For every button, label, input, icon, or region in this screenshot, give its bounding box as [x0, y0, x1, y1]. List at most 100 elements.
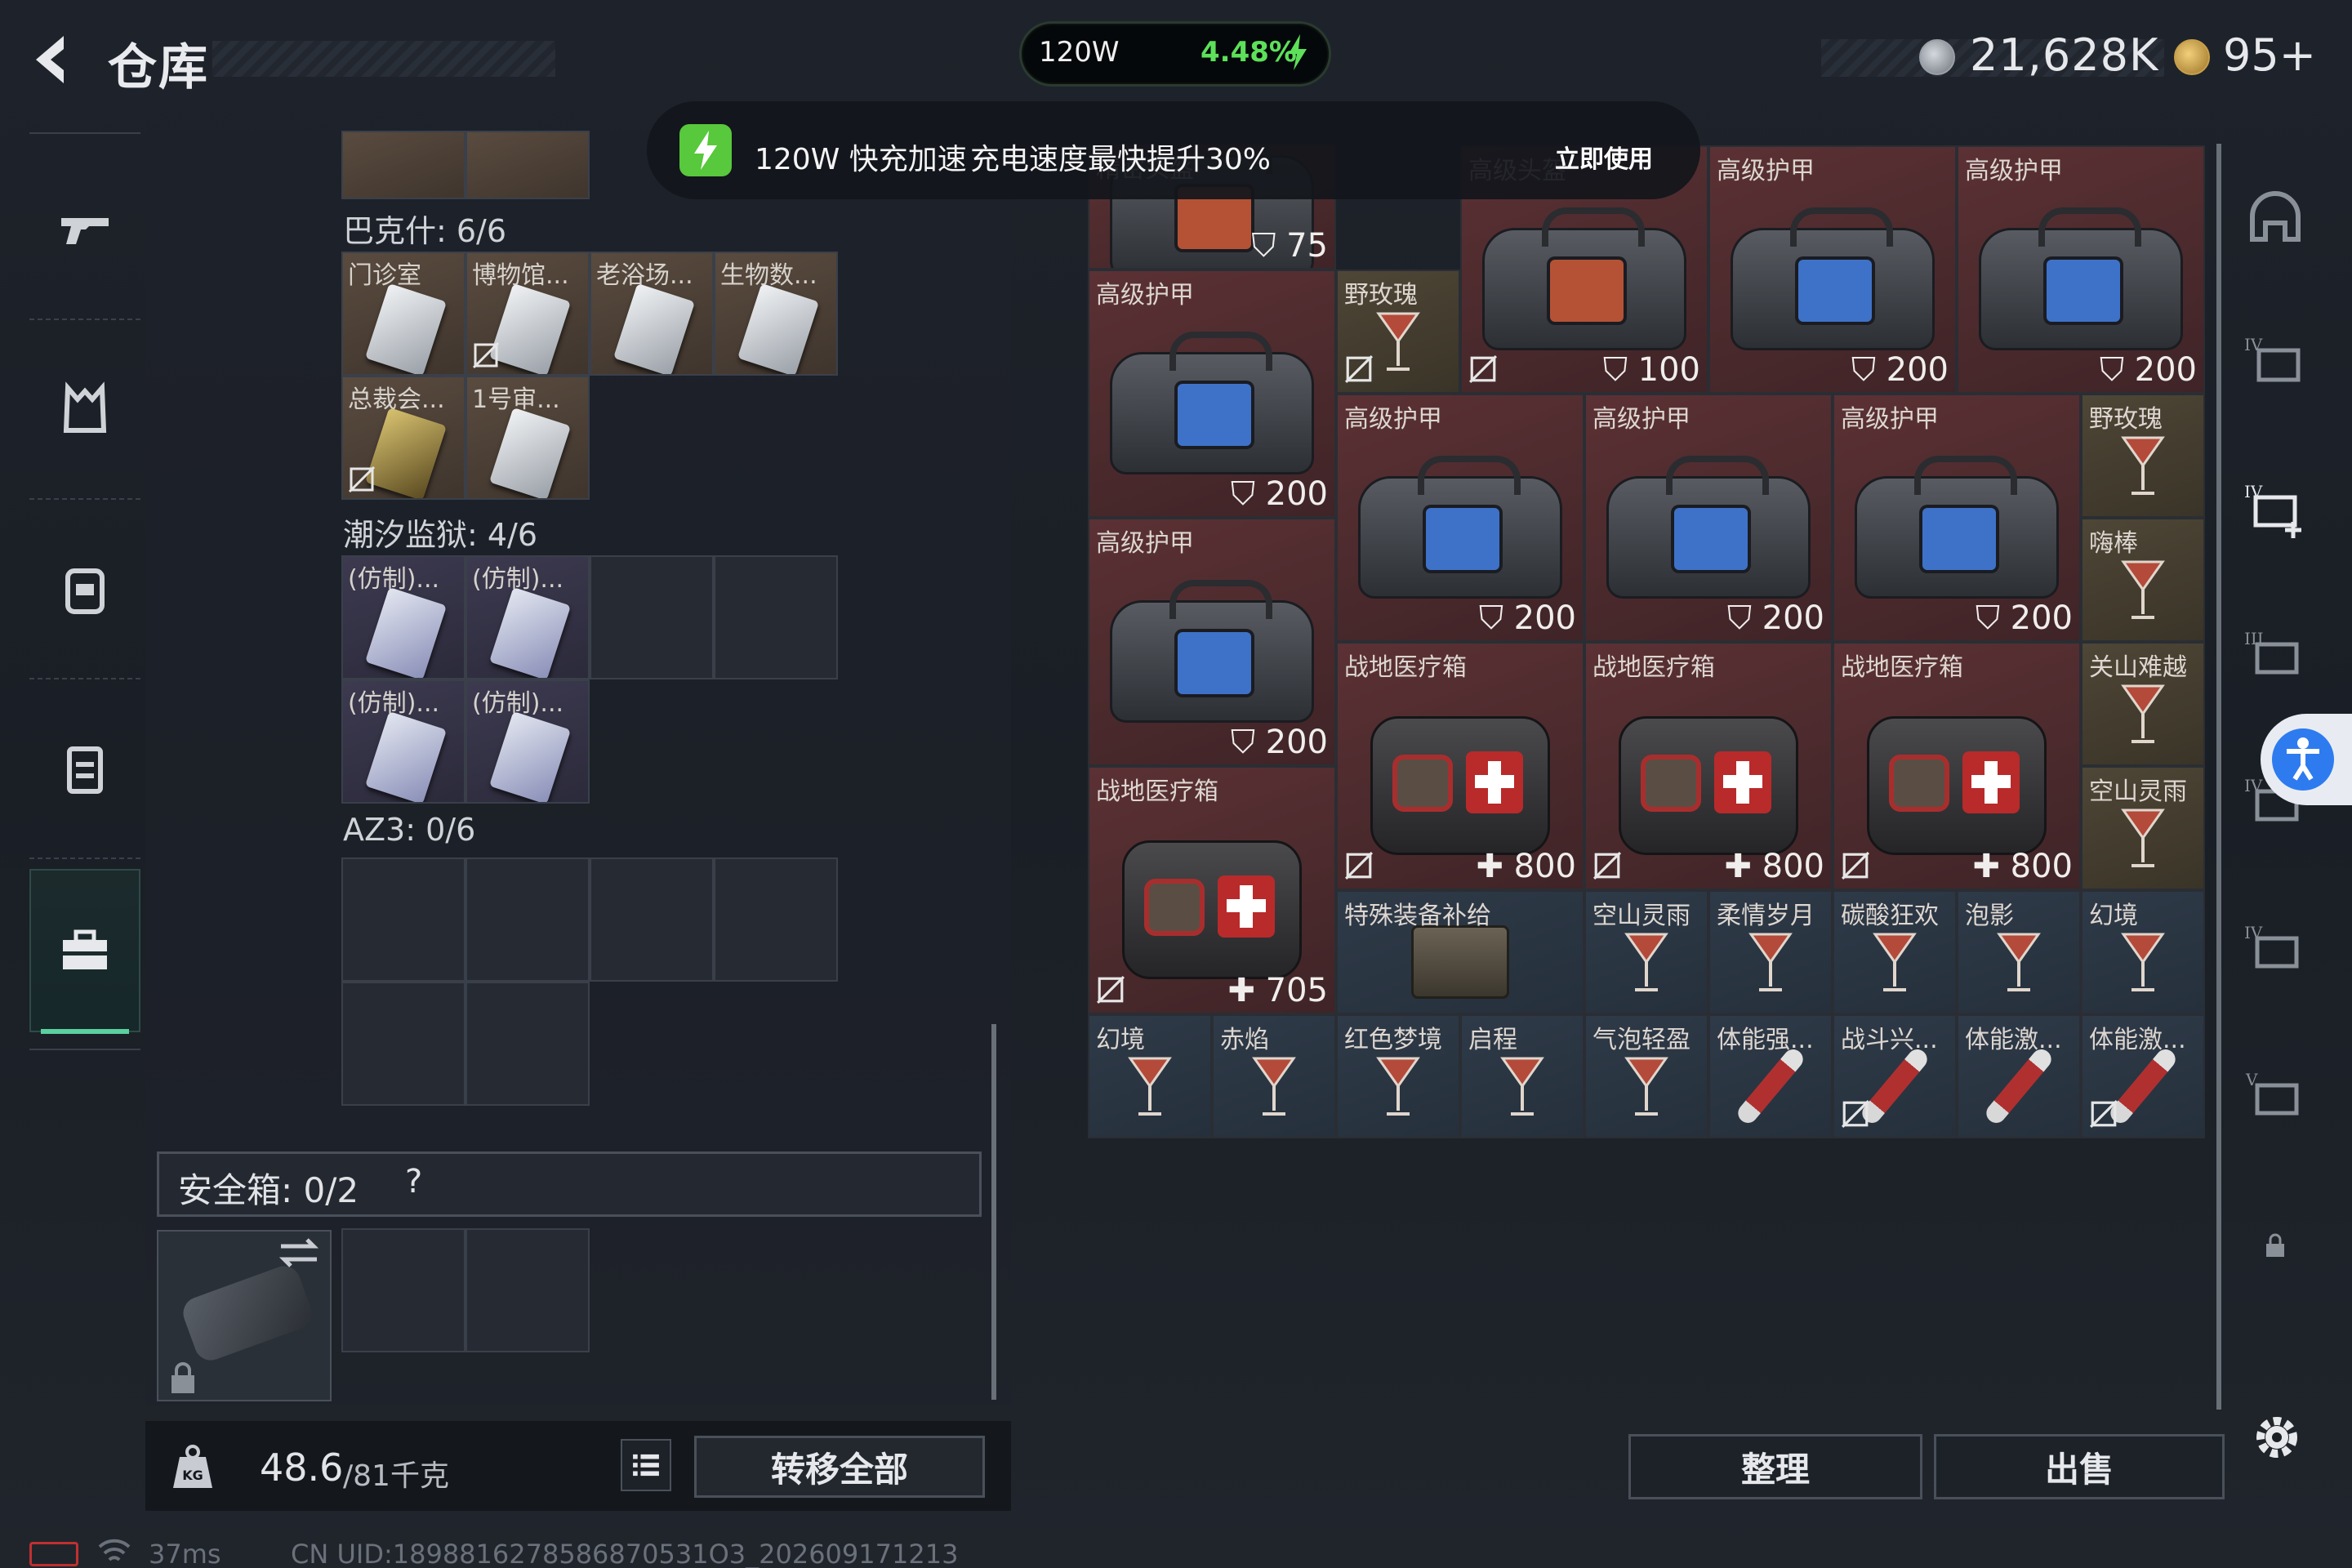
warehouse-item[interactable]: 战地医疗箱 ✚ 800	[1584, 642, 1833, 890]
nav-warehouse[interactable]	[29, 869, 140, 1032]
warehouse-item[interactable]: 体能激...	[1957, 1014, 2081, 1138]
warehouse-item[interactable]: 高级护甲 ⛉ 200	[1088, 270, 1336, 518]
nav-container[interactable]	[29, 686, 140, 849]
warehouse-item[interactable]: 战地医疗箱 ✚ 705	[1088, 766, 1336, 1014]
warehouse-item[interactable]: 体能强...	[1708, 1014, 1833, 1138]
drink-image	[1994, 929, 2043, 995]
warehouse-item[interactable]: 战地医疗箱 ✚ 800	[1833, 642, 2081, 890]
nav-divider	[29, 318, 140, 320]
uid-text: CN UID:1898816278586870531O3_20260917121…	[291, 1539, 959, 1568]
swap-icon[interactable]	[278, 1236, 320, 1269]
unbound-icon	[1841, 851, 1870, 880]
armor-value: ⛉ 200	[1726, 599, 1824, 637]
keycard-slot[interactable]: (仿制)...	[466, 555, 590, 679]
warehouse-item[interactable]: 高级护甲 ⛉ 200	[1584, 394, 1833, 642]
keycard-slot[interactable]: 博物馆...	[466, 252, 590, 376]
warehouse-item[interactable]: 体能激...	[2081, 1014, 2205, 1138]
armor-value: ⛉ 200	[1975, 599, 2073, 637]
warehouse-item[interactable]: 高级护甲 ⛉ 200	[1336, 394, 1584, 642]
warehouse-item[interactable]: 高级护甲 ⛉ 200	[1957, 145, 2205, 394]
rnav-armor[interactable]: IV	[2234, 325, 2316, 399]
empty-slot[interactable]	[466, 1228, 590, 1352]
toast-use-now-button[interactable]: 立即使用	[1555, 139, 1653, 175]
unbound-icon	[2089, 1099, 2118, 1129]
warehouse-item[interactable]: 嗨棒	[2081, 518, 2205, 642]
keycard-slot[interactable]: (仿制)...	[341, 555, 466, 679]
help-button[interactable]: ?	[405, 1163, 422, 1200]
keycard-icon	[488, 710, 572, 802]
gear-bag-image	[1110, 332, 1314, 474]
helmet-icon	[2250, 191, 2301, 242]
transfer-all-button[interactable]: 转移全部	[694, 1436, 985, 1498]
nav-divider	[29, 858, 140, 859]
empty-slot[interactable]	[590, 555, 714, 679]
keycard-slot[interactable]: 1号审...	[466, 376, 590, 500]
inventory-slot[interactable]	[341, 131, 466, 199]
warehouse-item[interactable]: 幻境	[2081, 890, 2205, 1014]
warehouse-item[interactable]: 幻境	[1088, 1014, 1212, 1138]
item-name: 高级护甲	[1344, 405, 1442, 434]
gear-icon[interactable]	[2249, 1410, 2305, 1465]
empty-slot[interactable]	[466, 858, 590, 982]
left-scrollbar[interactable]	[991, 1024, 996, 1400]
warehouse-item[interactable]: 特殊装备补给	[1336, 890, 1584, 1014]
empty-slot[interactable]	[341, 1228, 466, 1352]
durability-value: ✚ 705	[1227, 972, 1328, 1009]
keycard-slot[interactable]: (仿制)...	[341, 679, 466, 804]
warehouse-item[interactable]: 高级护甲 ⛉ 200	[1833, 394, 2081, 642]
warehouse-item[interactable]: 碳酸狂欢	[1833, 890, 1957, 1014]
warehouse-item[interactable]: 气泡轻盈	[1584, 1014, 1708, 1138]
safebox-grid	[341, 1228, 590, 1352]
warehouse-item[interactable]: 关山难越	[2081, 642, 2205, 766]
warehouse-item[interactable]: 高级护甲 ⛉ 200	[1708, 145, 1957, 394]
keycard-icon	[488, 407, 572, 498]
empty-slot[interactable]	[466, 982, 590, 1106]
charge-app-icon	[679, 124, 732, 176]
sell-button[interactable]: 出售	[1934, 1434, 2225, 1499]
warehouse-item[interactable]: 战地医疗箱 ✚ 800	[1336, 642, 1584, 890]
warehouse-item[interactable]: 空山灵雨	[1584, 890, 1708, 1014]
warehouse-item[interactable]: 红色梦境	[1336, 1014, 1460, 1138]
item-name: 体能强...	[1717, 1026, 1814, 1054]
rnav-slot-3[interactable]: III	[2234, 619, 2316, 693]
rnav-helmet[interactable]	[2234, 183, 2316, 256]
warehouse-item[interactable]: 泡影	[1957, 890, 2081, 1014]
warehouse-item[interactable]: 启程	[1460, 1014, 1584, 1138]
warehouse-item[interactable]: 柔情岁月	[1708, 890, 1833, 1014]
empty-slot[interactable]	[341, 982, 466, 1106]
unbound-icon	[348, 466, 376, 493]
warehouse-item[interactable]: 赤焰	[1212, 1014, 1336, 1138]
keycard-slot[interactable]: 门诊室	[341, 252, 466, 376]
item-name: 战地医疗箱	[1096, 777, 1218, 806]
warehouse-item[interactable]: 高级护甲 ⛉ 200	[1088, 518, 1336, 766]
keycard-slot[interactable]: 总裁会...	[341, 376, 466, 500]
keycard-slot[interactable]: 老浴场...	[590, 252, 714, 376]
rnav-slot-5[interactable]: IV	[2234, 913, 2316, 987]
empty-slot[interactable]	[714, 555, 838, 679]
rnav-slot-6[interactable]: V	[2234, 1060, 2316, 1134]
item-name: 战地医疗箱	[1592, 653, 1715, 682]
list-button[interactable]	[621, 1439, 671, 1491]
empty-slot[interactable]	[341, 858, 466, 982]
currency-amount: 21,628K	[1970, 29, 2159, 81]
keycard-slot[interactable]: 生物数...	[714, 252, 838, 376]
warehouse-item[interactable]: 战斗兴...	[1833, 1014, 1957, 1138]
nav-weapons[interactable]	[29, 147, 140, 310]
rnav-medkit[interactable]: IV	[2234, 472, 2316, 546]
vest-icon	[63, 381, 107, 433]
warehouse-item[interactable]: 野玫瑰	[1336, 270, 1460, 394]
right-scrollbar[interactable]	[2216, 144, 2221, 1410]
empty-slot[interactable]	[714, 858, 838, 982]
item-name: 嗨棒	[2089, 529, 2138, 558]
warehouse-item[interactable]: 空山灵雨	[2081, 766, 2205, 890]
empty-slot[interactable]	[590, 858, 714, 982]
back-arrow-icon[interactable]	[24, 31, 82, 88]
inventory-slot[interactable]	[466, 131, 590, 199]
nav-outfit[interactable]	[29, 327, 140, 490]
premium-currency-amount[interactable]: 95+	[2223, 29, 2316, 81]
item-name: 高级护甲	[1096, 529, 1194, 558]
nav-backpack[interactable]	[29, 506, 140, 670]
warehouse-item[interactable]: 野玫瑰	[2081, 394, 2205, 518]
sort-button[interactable]: 整理	[1628, 1434, 1922, 1499]
keycard-slot[interactable]: (仿制)...	[466, 679, 590, 804]
